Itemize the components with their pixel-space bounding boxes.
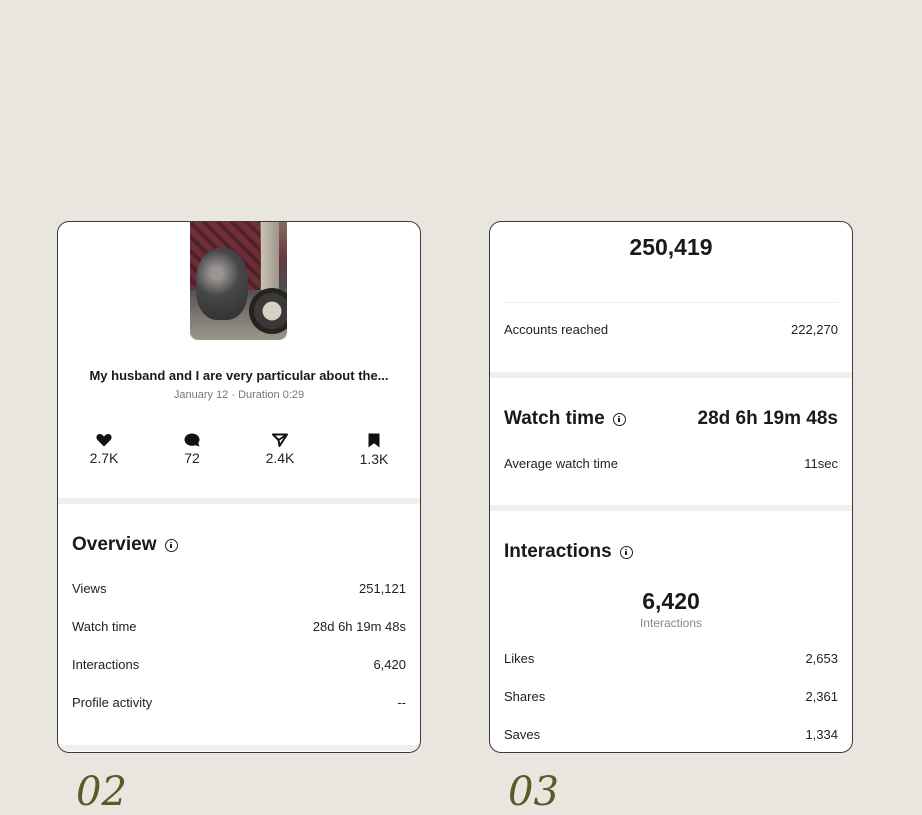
watch-time-value: 28d 6h 19m 48s bbox=[697, 408, 838, 429]
reach-insights-card: 250,419 Accounts reached 222,270 Watch t… bbox=[489, 221, 853, 753]
section-divider bbox=[58, 498, 420, 504]
accounts-reached-row: Accounts reached 222,270 bbox=[504, 319, 838, 339]
slide-number-right: 03 bbox=[508, 769, 559, 815]
thin-divider bbox=[504, 302, 838, 303]
info-icon[interactable] bbox=[164, 538, 178, 552]
post-date-duration: January 12 · Duration 0:29 bbox=[173, 389, 305, 401]
info-icon[interactable] bbox=[612, 412, 626, 426]
interactions-title: Interactions bbox=[504, 541, 633, 563]
likes-count: 2.7K bbox=[89, 450, 119, 466]
thumbnail-tire bbox=[249, 288, 287, 334]
row-label: Average watch time bbox=[504, 455, 618, 471]
overview-row-views: Views 251,121 bbox=[72, 578, 406, 598]
heart-icon bbox=[96, 434, 112, 447]
watch-time-title: Watch time bbox=[504, 408, 626, 430]
interactions-row-saves: Saves 1,334 bbox=[504, 724, 838, 744]
overview-row-watch-time: Watch time 28d 6h 19m 48s bbox=[72, 616, 406, 636]
comment-icon bbox=[184, 433, 200, 447]
views-total: 250,419 bbox=[629, 234, 713, 260]
overview-row-profile-activity: Profile activity -- bbox=[72, 692, 406, 712]
row-value: -- bbox=[397, 694, 406, 710]
likes-stat: 2.7K bbox=[74, 433, 134, 466]
interactions-row-shares: Shares 2,361 bbox=[504, 686, 838, 706]
row-value: 6,420 bbox=[373, 656, 406, 672]
row-value: 1,334 bbox=[805, 726, 838, 742]
row-value: 251,121 bbox=[359, 580, 406, 596]
thumbnail-post bbox=[261, 222, 279, 290]
row-value: 2,361 bbox=[805, 688, 838, 704]
slide-number-left: 02 bbox=[76, 769, 127, 815]
overview-row-interactions: Interactions 6,420 bbox=[72, 654, 406, 674]
row-value: 222,270 bbox=[791, 321, 838, 337]
row-label: Views bbox=[72, 580, 107, 596]
section-divider bbox=[490, 505, 852, 511]
interactions-title-text: Interactions bbox=[504, 541, 612, 562]
saves-count: 1.3K bbox=[359, 451, 389, 467]
shares-count: 2.4K bbox=[265, 450, 295, 466]
row-label: Profile activity bbox=[72, 694, 153, 710]
thumbnail-hen bbox=[196, 248, 248, 320]
row-label: Interactions bbox=[72, 656, 140, 672]
saves-stat: 1.3K bbox=[344, 433, 404, 467]
section-divider bbox=[490, 372, 852, 378]
post-stats: 2.7K 72 2.4K 1.3K bbox=[58, 433, 420, 473]
bookmark-icon bbox=[368, 433, 380, 448]
post-thumbnail[interactable] bbox=[190, 222, 287, 340]
watch-time-title-text: Watch time bbox=[504, 408, 605, 429]
bottom-divider bbox=[58, 745, 420, 751]
interactions-row-likes: Likes 2,653 bbox=[504, 648, 838, 668]
info-icon[interactable] bbox=[619, 545, 633, 559]
row-value: 2,653 bbox=[805, 650, 838, 666]
comments-stat: 72 bbox=[162, 433, 222, 466]
row-value: 28d 6h 19m 48s bbox=[312, 618, 406, 634]
row-label: Likes bbox=[504, 650, 535, 666]
row-label: Shares bbox=[504, 688, 546, 704]
row-label: Accounts reached bbox=[504, 321, 609, 337]
row-label: Saves bbox=[504, 726, 541, 742]
average-watch-time-row: Average watch time 11sec bbox=[504, 453, 838, 473]
comments-count: 72 bbox=[184, 450, 200, 466]
interactions-total-label: Interactions bbox=[639, 616, 703, 630]
shares-stat: 2.4K bbox=[250, 433, 310, 466]
post-insights-card: My husband and I are very particular abo… bbox=[57, 221, 421, 753]
overview-title: Overview bbox=[72, 534, 178, 556]
overview-title-text: Overview bbox=[72, 534, 157, 555]
row-label: Watch time bbox=[72, 618, 137, 634]
post-caption: My husband and I are very particular abo… bbox=[89, 368, 389, 383]
interactions-total: 6,420 bbox=[642, 588, 700, 614]
row-value: 11sec bbox=[804, 455, 838, 471]
share-icon bbox=[272, 433, 288, 447]
